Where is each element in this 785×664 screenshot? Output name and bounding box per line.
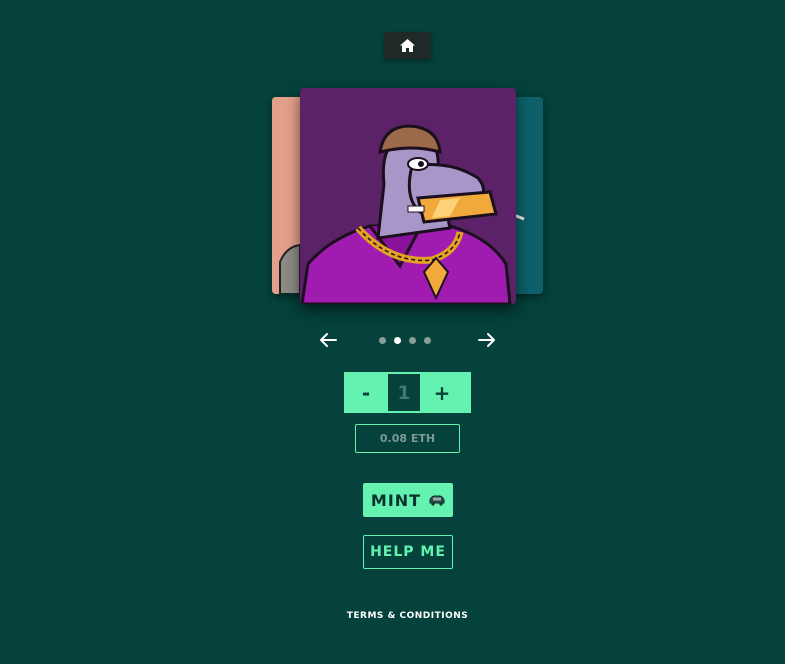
carousel-dot-1[interactable] <box>379 336 386 344</box>
decrement-button[interactable]: - <box>344 372 388 413</box>
price-display: 0.08 ETH <box>355 424 460 453</box>
quantity-stepper: - 1 + <box>344 372 471 413</box>
home-button[interactable] <box>384 32 431 59</box>
carousel-dot-2[interactable] <box>394 336 401 344</box>
mint-button-label: MINT <box>370 490 422 510</box>
nft-carousel <box>270 86 546 308</box>
nft-card-active[interactable] <box>300 88 516 304</box>
home-icon <box>400 39 415 52</box>
dino-character-illustration <box>300 88 516 304</box>
carousel-dot-4[interactable] <box>424 336 431 344</box>
arrow-left-icon[interactable] <box>319 332 337 348</box>
carousel-pagination <box>379 335 439 345</box>
mint-button[interactable]: MINT <box>363 483 453 517</box>
help-button[interactable]: HELP ME <box>363 535 453 569</box>
carousel-dot-3[interactable] <box>409 336 416 344</box>
terms-link[interactable]: TERMS & CONDITIONS <box>300 611 515 621</box>
car-icon <box>429 495 445 506</box>
increment-button[interactable]: + <box>420 372 464 413</box>
quantity-value[interactable]: 1 <box>388 374 420 411</box>
arrow-right-icon[interactable] <box>478 332 496 348</box>
